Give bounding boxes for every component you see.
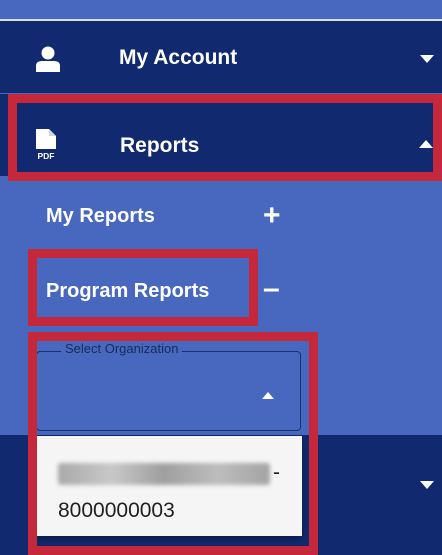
chevron-up-icon[interactable] (419, 140, 433, 149)
program-reports-link[interactable]: Program Reports (46, 280, 209, 303)
chevron-down-icon[interactable] (420, 481, 434, 490)
organization-option[interactable]: - 8000000003 (36, 436, 302, 536)
reports-label: Reports (120, 134, 200, 157)
my-account-label: My Account (119, 46, 238, 69)
my-reports-expand-toggle[interactable]: + (263, 199, 281, 233)
user-icon (36, 46, 60, 72)
pdf-icon-text: PDF (38, 151, 55, 161)
reports-menu-item[interactable]: PDF Reports (0, 94, 442, 176)
my-account-menu-item[interactable]: My Account (0, 19, 442, 93)
organization-option-separator: - (273, 461, 280, 484)
program-reports-collapse-toggle[interactable]: – (263, 272, 280, 306)
pdf-file-icon: PDF (36, 129, 56, 161)
select-organization-field[interactable]: Select Organization (36, 341, 301, 431)
organization-dropdown-menu: - 8000000003 (36, 436, 302, 536)
dropdown-arrow-up-icon[interactable] (262, 392, 274, 400)
redacted-organization-name (58, 463, 270, 485)
chevron-down-icon[interactable] (420, 55, 434, 64)
organization-option-code: 8000000003 (58, 499, 175, 522)
select-organization-legend: Select Organization (61, 341, 183, 356)
my-reports-link[interactable]: My Reports (46, 205, 155, 228)
